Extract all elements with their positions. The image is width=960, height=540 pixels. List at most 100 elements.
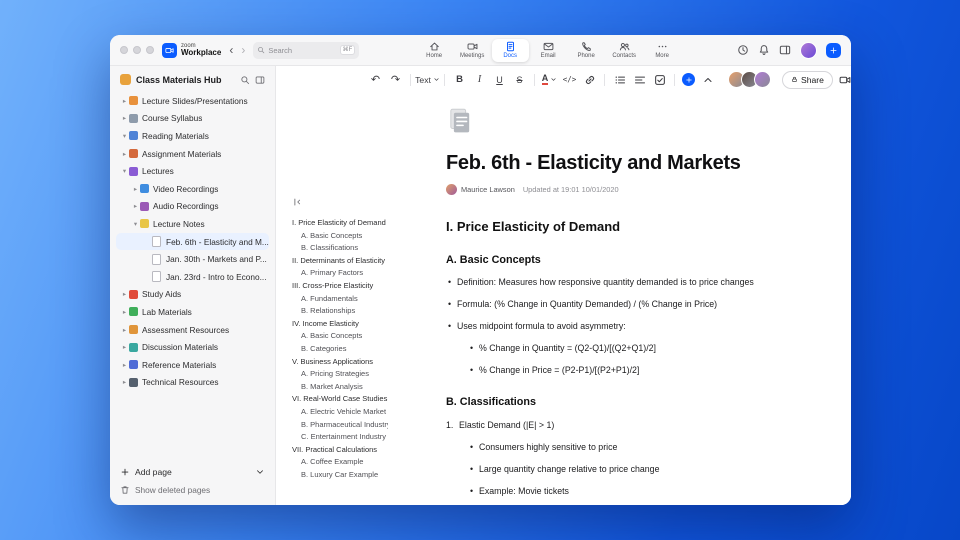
nav-tab-phone[interactable]: Phone <box>568 39 605 62</box>
link-button[interactable] <box>582 71 597 88</box>
share-button[interactable]: Share <box>782 70 833 89</box>
outline-item[interactable]: B. Classifications <box>292 242 388 255</box>
sidebar-item[interactable]: ▸ Audio Recordings <box>116 198 269 216</box>
bullet-item[interactable]: • Formula: (% Change in Quantity Demanded… <box>446 299 784 310</box>
outline-item[interactable]: A. Primary Factors <box>292 267 388 280</box>
expand-chevron-icon[interactable]: ▸ <box>120 326 129 334</box>
sidebar-item[interactable]: ▸ Video Recordings <box>116 180 269 198</box>
document-body[interactable]: Feb. 6th - Elasticity and Markets Mauric… <box>446 107 784 505</box>
outline-item[interactable]: VI. Real-World Case Studies <box>292 393 388 406</box>
content-heading[interactable]: I. Price Elasticity of Demand <box>446 219 784 234</box>
sidebar-item[interactable]: ▸ Lecture Slides/Presentations <box>116 92 269 110</box>
expand-chevron-icon[interactable]: ▸ <box>120 114 129 122</box>
bullet-item[interactable]: • Uses midpoint formula to avoid asymmetr… <box>446 321 784 332</box>
sidebar-search-icon[interactable] <box>240 75 250 85</box>
outline-item[interactable]: A. Basic Concepts <box>292 330 388 343</box>
global-search-input[interactable]: Search ⌘F <box>253 41 360 59</box>
notifications-icon[interactable] <box>758 44 770 56</box>
nav-tab-docs[interactable]: Docs <box>491 38 529 62</box>
sidebar-item[interactable]: ▸ Course Syllabus <box>116 110 269 128</box>
outline-item[interactable]: B. Categories <box>292 343 388 356</box>
expand-chevron-icon[interactable]: ▾ <box>120 132 129 140</box>
bullet-item[interactable]: • % Change in Quantity = (Q2-Q1)/[(Q2+Q1)… <box>468 343 784 354</box>
nav-tab-contacts[interactable]: Contacts <box>606 39 643 62</box>
outline-item[interactable]: A. Fundamentals <box>292 293 388 306</box>
undo-button[interactable]: ↶ <box>368 71 383 88</box>
strikethrough-button[interactable]: S <box>512 71 527 88</box>
chevron-down-icon[interactable] <box>255 467 265 477</box>
expand-chevron-icon[interactable]: ▸ <box>120 308 129 316</box>
sidebar-item[interactable]: ▸ Technical Resources <box>116 374 269 392</box>
sidebar-item[interactable]: ▸ Discussion Materials <box>116 338 269 356</box>
sidebar-item[interactable]: ▸ Lab Materials <box>116 303 269 321</box>
outline-item[interactable]: A. Basic Concepts <box>292 230 388 243</box>
new-item-button[interactable] <box>826 42 841 58</box>
outline-item[interactable]: C. Entertainment Industry <box>292 431 388 444</box>
outline-item[interactable]: A. Electric Vehicle Market <box>292 406 388 419</box>
maximize-window-button[interactable] <box>146 46 154 54</box>
redo-button[interactable]: ↷ <box>388 71 403 88</box>
outline-item[interactable]: B. Luxury Car Example <box>292 469 388 482</box>
bullet-item[interactable]: • Consumers highly sensitive to price <box>468 442 784 453</box>
nav-tab-home[interactable]: Home <box>416 39 453 62</box>
sidebar-item[interactable]: Jan. 23rd - Intro to Econo... <box>116 268 269 286</box>
expand-chevron-icon[interactable]: ▸ <box>120 97 129 105</box>
outline-item[interactable]: A. Pricing Strategies <box>292 368 388 381</box>
minimize-window-button[interactable] <box>133 46 141 54</box>
outline-item[interactable]: B. Pharmaceutical Industry <box>292 419 388 432</box>
sidebar-page-selected[interactable]: Feb. 6th - Elasticity and M... <box>116 232 269 251</box>
underline-button[interactable]: U <box>492 71 507 88</box>
start-video-button[interactable] <box>838 71 851 88</box>
expand-chevron-icon[interactable]: ▸ <box>120 361 129 369</box>
expand-chevron-icon[interactable]: ▸ <box>120 150 129 158</box>
outline-item[interactable]: V. Business Applications <box>292 356 388 369</box>
sidebar-item[interactable]: ▾ Reading Materials <box>116 127 269 145</box>
sidebar-collapse-icon[interactable] <box>255 75 265 85</box>
bullet-item[interactable]: • Large quantity change relative to price… <box>468 464 784 475</box>
outline-item[interactable]: II. Determinants of Elasticity <box>292 255 388 268</box>
insert-block-button[interactable] <box>682 73 695 86</box>
outline-item[interactable]: B. Market Analysis <box>292 381 388 394</box>
content-subheading[interactable]: A. Basic Concepts <box>446 254 784 266</box>
outline-item[interactable]: IV. Income Elasticity <box>292 318 388 331</box>
collapse-toolbar-button[interactable] <box>700 71 715 88</box>
sidebar-item[interactable]: Jan. 30th - Markets and P... <box>116 250 269 268</box>
numbered-item[interactable]: 1. Elastic Demand (|E| > 1) <box>446 420 784 431</box>
sidebar-item[interactable]: ▸ Reference Materials <box>116 356 269 374</box>
sidebar-item[interactable]: ▾ Lecture Notes <box>116 215 269 233</box>
outline-item[interactable]: I. Price Elasticity of Demand <box>292 217 388 230</box>
forward-button[interactable]: › <box>241 44 245 56</box>
collapse-outline-icon[interactable] <box>292 197 302 207</box>
sidebar-item[interactable]: ▸ Assignment Materials <box>116 145 269 163</box>
bold-button[interactable]: B <box>452 71 467 88</box>
italic-button[interactable]: I <box>472 71 487 88</box>
content-subheading[interactable]: B. Classifications <box>446 396 784 408</box>
nav-tab-more[interactable]: More <box>644 39 681 62</box>
nav-tab-email[interactable]: Email <box>530 39 567 62</box>
recents-icon[interactable] <box>737 44 749 56</box>
text-color-button[interactable]: A <box>541 71 557 88</box>
outline-item[interactable]: III. Cross-Price Elasticity <box>292 280 388 293</box>
outline-item[interactable]: A. Coffee Example <box>292 456 388 469</box>
alignment-button[interactable] <box>632 71 647 88</box>
document-title[interactable]: Feb. 6th - Elasticity and Markets <box>446 152 784 175</box>
show-deleted-pages-button[interactable]: Show deleted pages <box>120 485 265 495</box>
add-page-button[interactable]: Add page <box>120 467 265 477</box>
expand-chevron-icon[interactable]: ▸ <box>120 378 129 386</box>
nav-tab-meetings[interactable]: Meetings <box>454 39 491 62</box>
user-avatar[interactable] <box>800 41 817 59</box>
layout-toggle-icon[interactable] <box>779 44 791 56</box>
sidebar-item[interactable]: ▾ Lectures <box>116 162 269 180</box>
sidebar-item[interactable]: ▸ Study Aids <box>116 286 269 304</box>
collaborator-avatars[interactable] <box>728 71 771 88</box>
outline-item[interactable]: B. Relationships <box>292 305 388 318</box>
sidebar-item[interactable]: ▸ Assessment Resources <box>116 321 269 339</box>
back-button[interactable]: ‹ <box>229 44 233 56</box>
checklist-button[interactable] <box>652 71 667 88</box>
expand-chevron-icon[interactable]: ▾ <box>131 220 140 228</box>
outline-item[interactable]: VII. Practical Calculations <box>292 444 388 457</box>
expand-chevron-icon[interactable]: ▾ <box>120 167 129 175</box>
bullet-item[interactable]: • % Change in Price = (P2-P1)/[(P2+P1)/2] <box>468 365 784 376</box>
expand-chevron-icon[interactable]: ▸ <box>120 343 129 351</box>
text-style-dropdown[interactable]: Text <box>415 71 439 88</box>
